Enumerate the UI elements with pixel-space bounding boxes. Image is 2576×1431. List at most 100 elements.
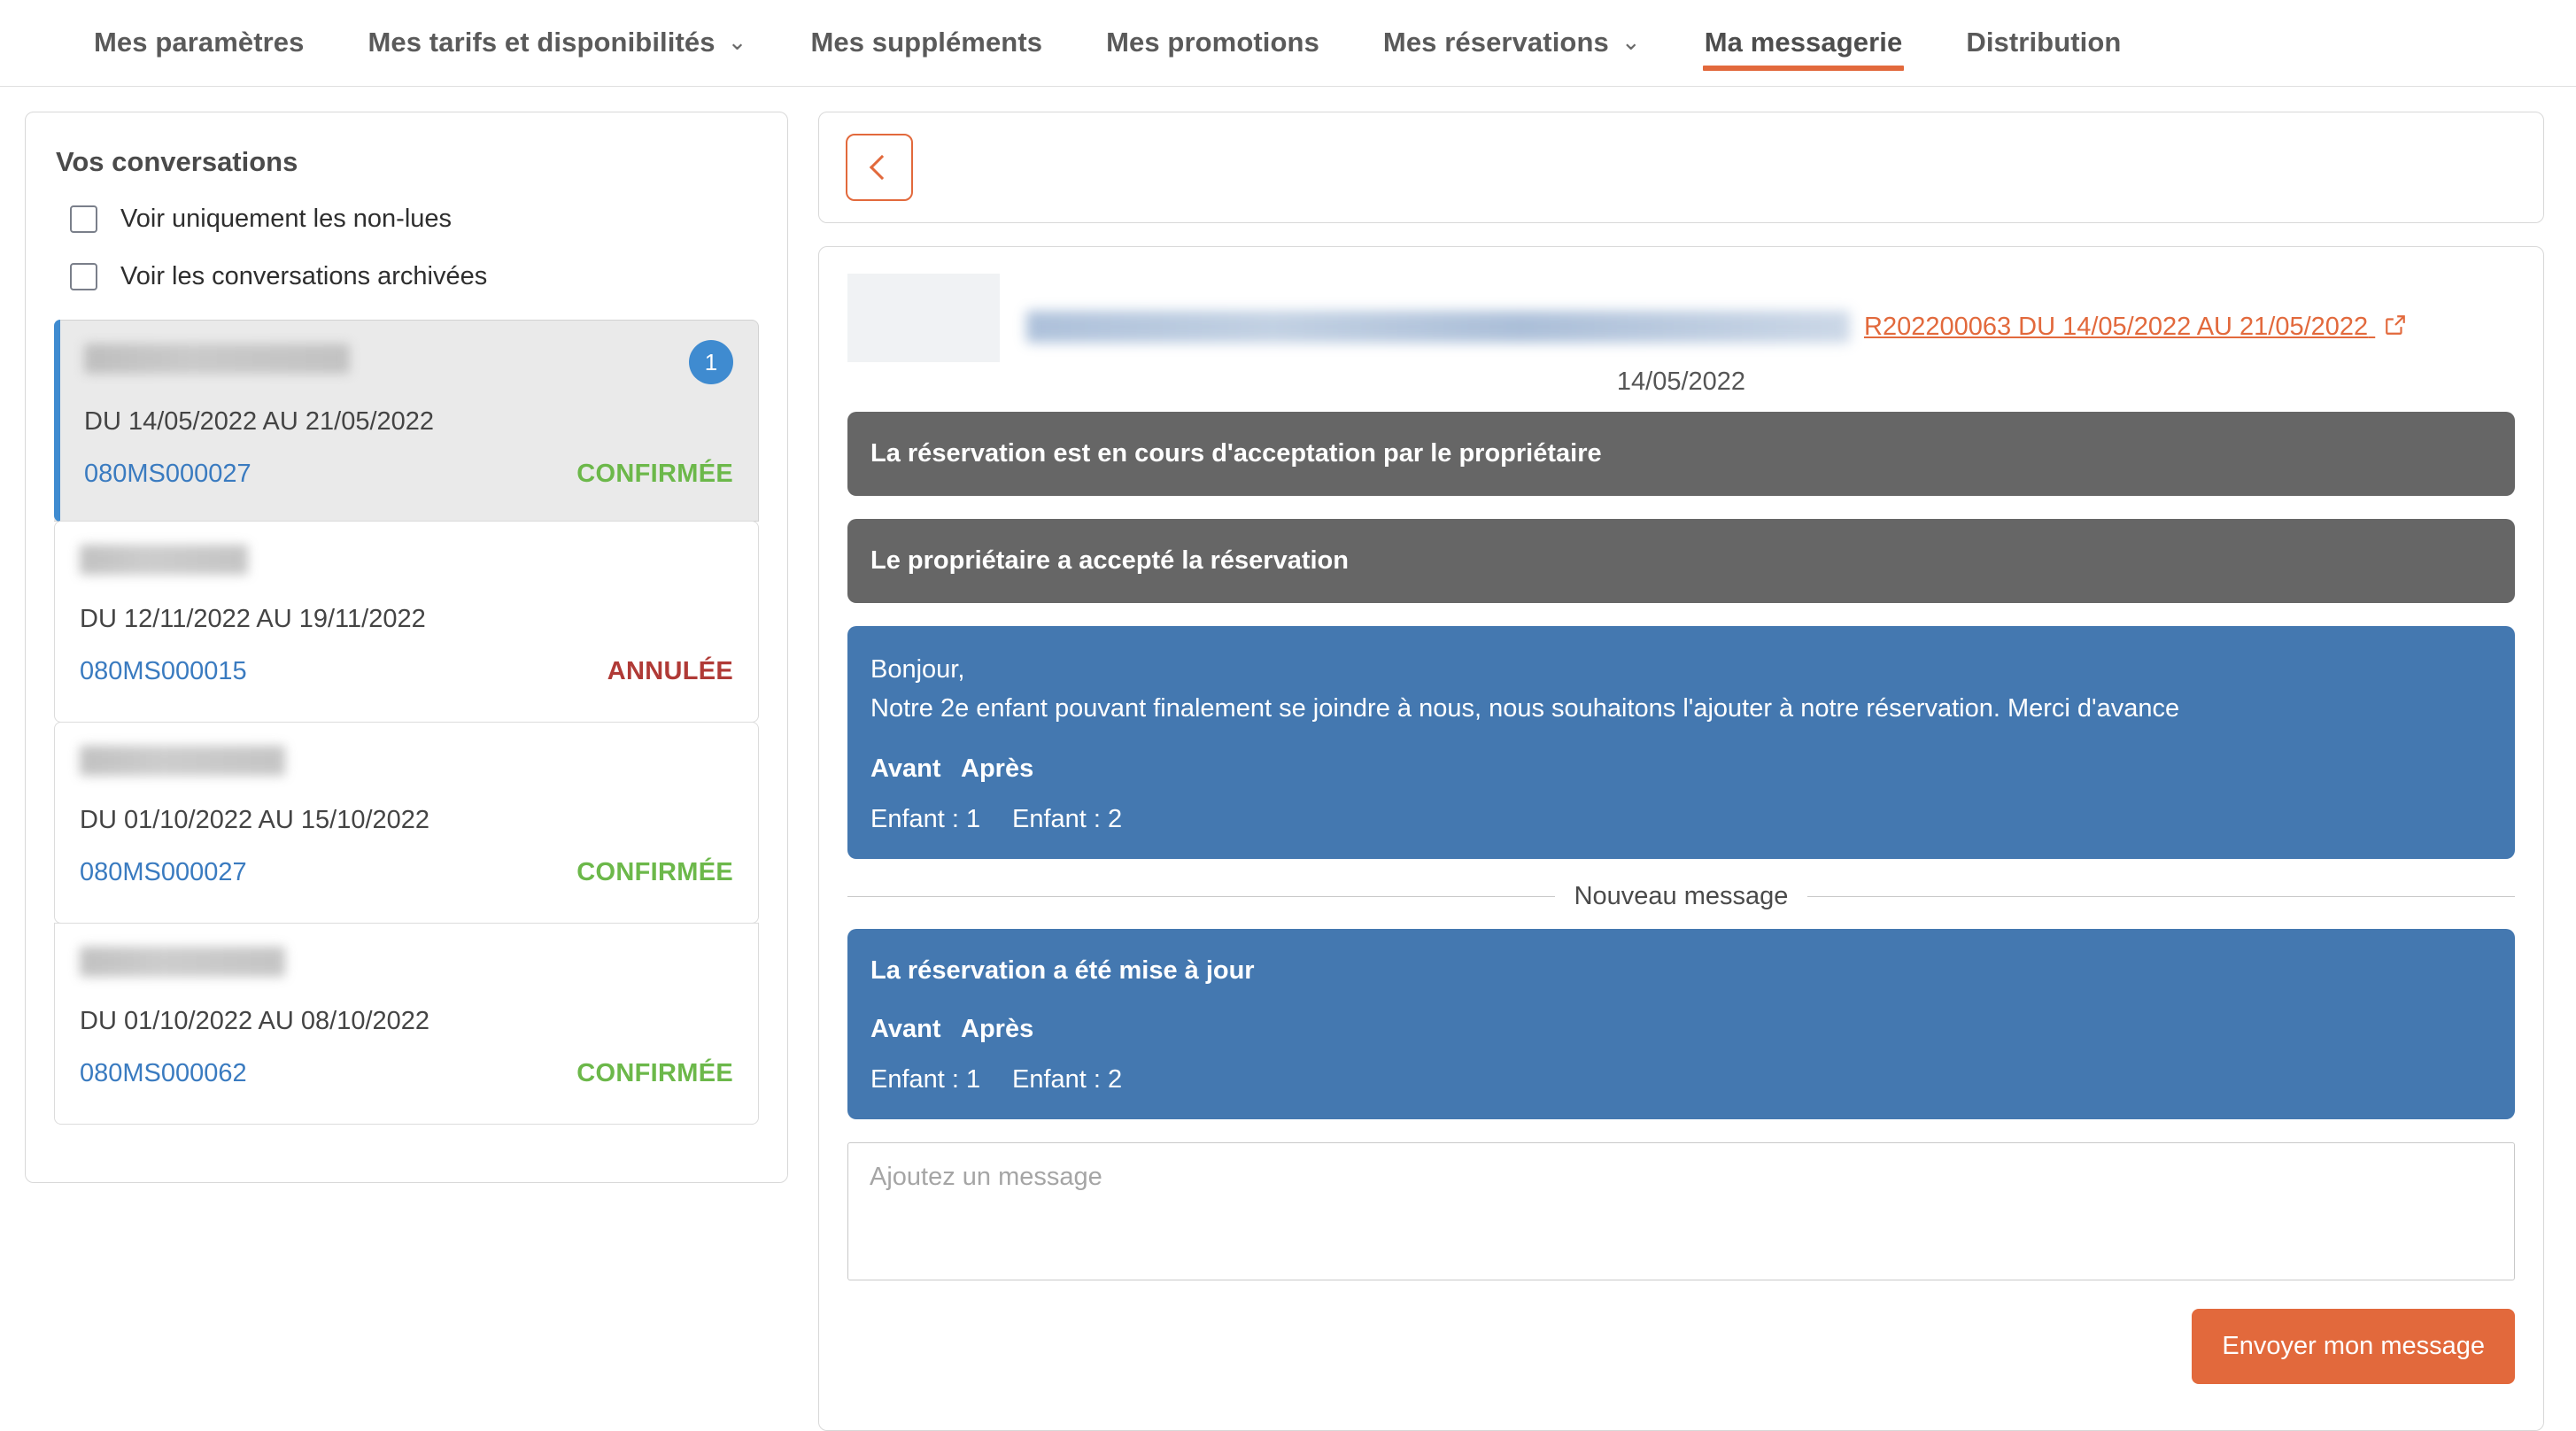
table-row: Avant Après xyxy=(870,754,2492,784)
new-message-label: Nouveau message xyxy=(1574,882,1789,911)
separator-line-left xyxy=(847,896,1555,898)
message-input[interactable] xyxy=(847,1142,2515,1281)
table-row: Enfant : 1 Enfant : 2 xyxy=(870,1065,2492,1095)
tab-mes-tarifs-et-disponibilites[interactable]: Mes tarifs et disponibilités ⌄ xyxy=(336,0,778,86)
tab-label: Mes suppléments xyxy=(810,27,1043,58)
conversations-sidebar: Vos conversations Voir uniquement les no… xyxy=(25,112,788,1183)
reservation-link-label: R202200063 DU 14/05/2022 AU 21/05/2022 xyxy=(1864,312,2369,341)
cell-avant: Enfant : 1 xyxy=(870,805,981,834)
conversation-dates: DU 01/10/2022 AU 15/10/2022 xyxy=(80,806,430,834)
table-row: Enfant : 1 Enfant : 2 xyxy=(870,805,2492,834)
conversation-header xyxy=(80,742,733,783)
conversation-reference[interactable]: 080MS000027 xyxy=(80,858,247,887)
system-message: Le propriétaire a accepté la réservation xyxy=(847,519,2515,604)
guest-name-redacted xyxy=(80,746,285,776)
tab-label: Mes réservations xyxy=(1382,27,1609,58)
property-thumbnail xyxy=(847,274,1000,362)
status-badge: ANNULÉE xyxy=(607,657,733,685)
tab-label: Distribution xyxy=(1966,27,2122,58)
main-navigation: Mes paramètres Mes tarifs et disponibili… xyxy=(0,0,2576,87)
cell-apres: Enfant : 2 xyxy=(1012,805,1123,834)
unread-badge: 1 xyxy=(689,340,733,384)
status-badge: CONFIRMÉE xyxy=(576,858,733,886)
property-title-redacted xyxy=(1026,311,1850,343)
filter-unread-only[interactable]: Voir uniquement les non-lues xyxy=(70,205,759,234)
update-message-title: La réservation a été mise à jour xyxy=(870,956,1255,986)
message-line: Bonjour, xyxy=(870,655,965,685)
message-thread-panel: R202200063 DU 14/05/2022 AU 21/05/2022 1… xyxy=(818,112,2544,1431)
conversation-header xyxy=(80,943,733,984)
separator-line-right xyxy=(1807,896,2516,898)
back-button[interactable] xyxy=(846,134,913,201)
tab-distribution[interactable]: Distribution xyxy=(1934,0,2153,86)
list-item[interactable]: DU 01/10/2022 AU 08/10/2022 080MS000062 … xyxy=(54,923,759,1125)
conversation-footer: 080MS000062 CONFIRMÉE xyxy=(80,1059,733,1088)
conversation-dates: DU 12/11/2022 AU 19/11/2022 xyxy=(80,605,426,633)
system-message-text: La réservation est en cours d'acceptatio… xyxy=(870,439,1602,468)
tab-ma-messagerie[interactable]: Ma messagerie xyxy=(1673,0,1935,86)
guest-name-redacted xyxy=(84,344,350,374)
conversation-dates: DU 01/10/2022 AU 08/10/2022 xyxy=(80,1007,430,1035)
column-header-apres: Après xyxy=(961,1015,1034,1044)
date-separator: 14/05/2022 xyxy=(1616,367,1746,396)
column-header-avant: Avant xyxy=(870,754,941,784)
system-message-text: Le propriétaire a accepté la réservation xyxy=(870,546,1349,576)
checkbox-unread-only[interactable] xyxy=(70,205,97,233)
new-message-separator: Nouveau message xyxy=(847,882,2516,911)
filter-unread-only-label: Voir uniquement les non-lues xyxy=(120,205,453,233)
tab-mes-reservations[interactable]: Mes réservations ⌄ xyxy=(1351,0,1673,86)
thread-header-text: R202200063 DU 14/05/2022 AU 21/05/2022 xyxy=(1026,274,2407,343)
thread-content: R202200063 DU 14/05/2022 AU 21/05/2022 1… xyxy=(818,246,2544,1431)
tab-mes-promotions[interactable]: Mes promotions xyxy=(1074,0,1351,86)
conversation-reference[interactable]: 080MS000015 xyxy=(80,657,247,686)
table-row: Avant Après xyxy=(870,1015,2492,1044)
tab-mes-supplements[interactable]: Mes suppléments xyxy=(778,0,1074,86)
checkbox-archived[interactable] xyxy=(70,263,97,290)
list-item[interactable]: 1 DU 14/05/2022 AU 21/05/2022 080MS00002… xyxy=(54,320,759,522)
conversation-footer: 080MS000015 ANNULÉE xyxy=(80,657,733,686)
tab-label: Mes tarifs et disponibilités xyxy=(367,27,716,58)
send-message-button[interactable]: Envoyer mon message xyxy=(2192,1309,2515,1385)
page-body: Vos conversations Voir uniquement les no… xyxy=(0,87,2576,1431)
guest-name-redacted xyxy=(80,545,248,575)
update-message: La réservation a été mise à jour Avant A… xyxy=(847,929,2515,1120)
status-badge: CONFIRMÉE xyxy=(576,1059,733,1087)
conversation-reference[interactable]: 080MS000027 xyxy=(84,460,251,489)
conversation-reference[interactable]: 080MS000062 xyxy=(80,1059,247,1088)
message-line: Notre 2e enfant pouvant finalement se jo… xyxy=(870,693,2180,723)
conversation-footer: 080MS000027 CONFIRMÉE xyxy=(80,858,733,887)
tab-mes-parametres[interactable]: Mes paramètres xyxy=(62,0,336,86)
tab-label: Ma messagerie xyxy=(1704,27,1903,58)
reservation-link[interactable]: R202200063 DU 14/05/2022 AU 21/05/2022 xyxy=(1864,313,2407,342)
filter-archived[interactable]: Voir les conversations archivées xyxy=(70,262,759,291)
conversation-header: 1 xyxy=(84,340,733,384)
conversation-header xyxy=(80,541,733,582)
thread-toolbar xyxy=(818,112,2544,223)
message-composer: Envoyer mon message xyxy=(847,1142,2515,1385)
list-item[interactable]: DU 01/10/2022 AU 15/10/2022 080MS000027 … xyxy=(54,722,759,924)
tab-label: Mes paramètres xyxy=(94,27,305,58)
chevron-down-icon: ⌄ xyxy=(727,28,747,55)
list-item[interactable]: DU 12/11/2022 AU 19/11/2022 080MS000015 … xyxy=(54,521,759,723)
conversation-list: 1 DU 14/05/2022 AU 21/05/2022 080MS00002… xyxy=(54,320,759,1125)
sidebar-title: Vos conversations xyxy=(56,146,298,177)
filter-archived-label: Voir les conversations archivées xyxy=(120,262,488,290)
comparison-table: Avant Après Enfant : 1 Enfant : 2 xyxy=(870,1015,2492,1095)
system-message: La réservation est en cours d'acceptatio… xyxy=(847,412,2515,497)
conversation-footer: 080MS000027 CONFIRMÉE xyxy=(84,460,733,489)
cell-apres: Enfant : 2 xyxy=(1012,1065,1123,1095)
status-badge: CONFIRMÉE xyxy=(576,460,733,488)
external-link-icon xyxy=(2386,314,2406,335)
conversation-dates: DU 14/05/2022 AU 21/05/2022 xyxy=(84,407,435,436)
guest-message: Bonjour, Notre 2e enfant pouvant finalem… xyxy=(847,626,2515,860)
composer-actions: Envoyer mon message xyxy=(847,1309,2515,1385)
comparison-table: Avant Après Enfant : 1 Enfant : 2 xyxy=(870,754,2492,834)
guest-name-redacted xyxy=(80,947,285,977)
tab-label: Mes promotions xyxy=(1106,27,1319,58)
column-header-apres: Après xyxy=(961,754,1034,784)
cell-avant: Enfant : 1 xyxy=(870,1065,981,1095)
thread-header: R202200063 DU 14/05/2022 AU 21/05/2022 xyxy=(847,274,2515,373)
column-header-avant: Avant xyxy=(870,1015,941,1044)
chevron-left-icon xyxy=(869,154,895,181)
chevron-down-icon: ⌄ xyxy=(1621,28,1641,55)
